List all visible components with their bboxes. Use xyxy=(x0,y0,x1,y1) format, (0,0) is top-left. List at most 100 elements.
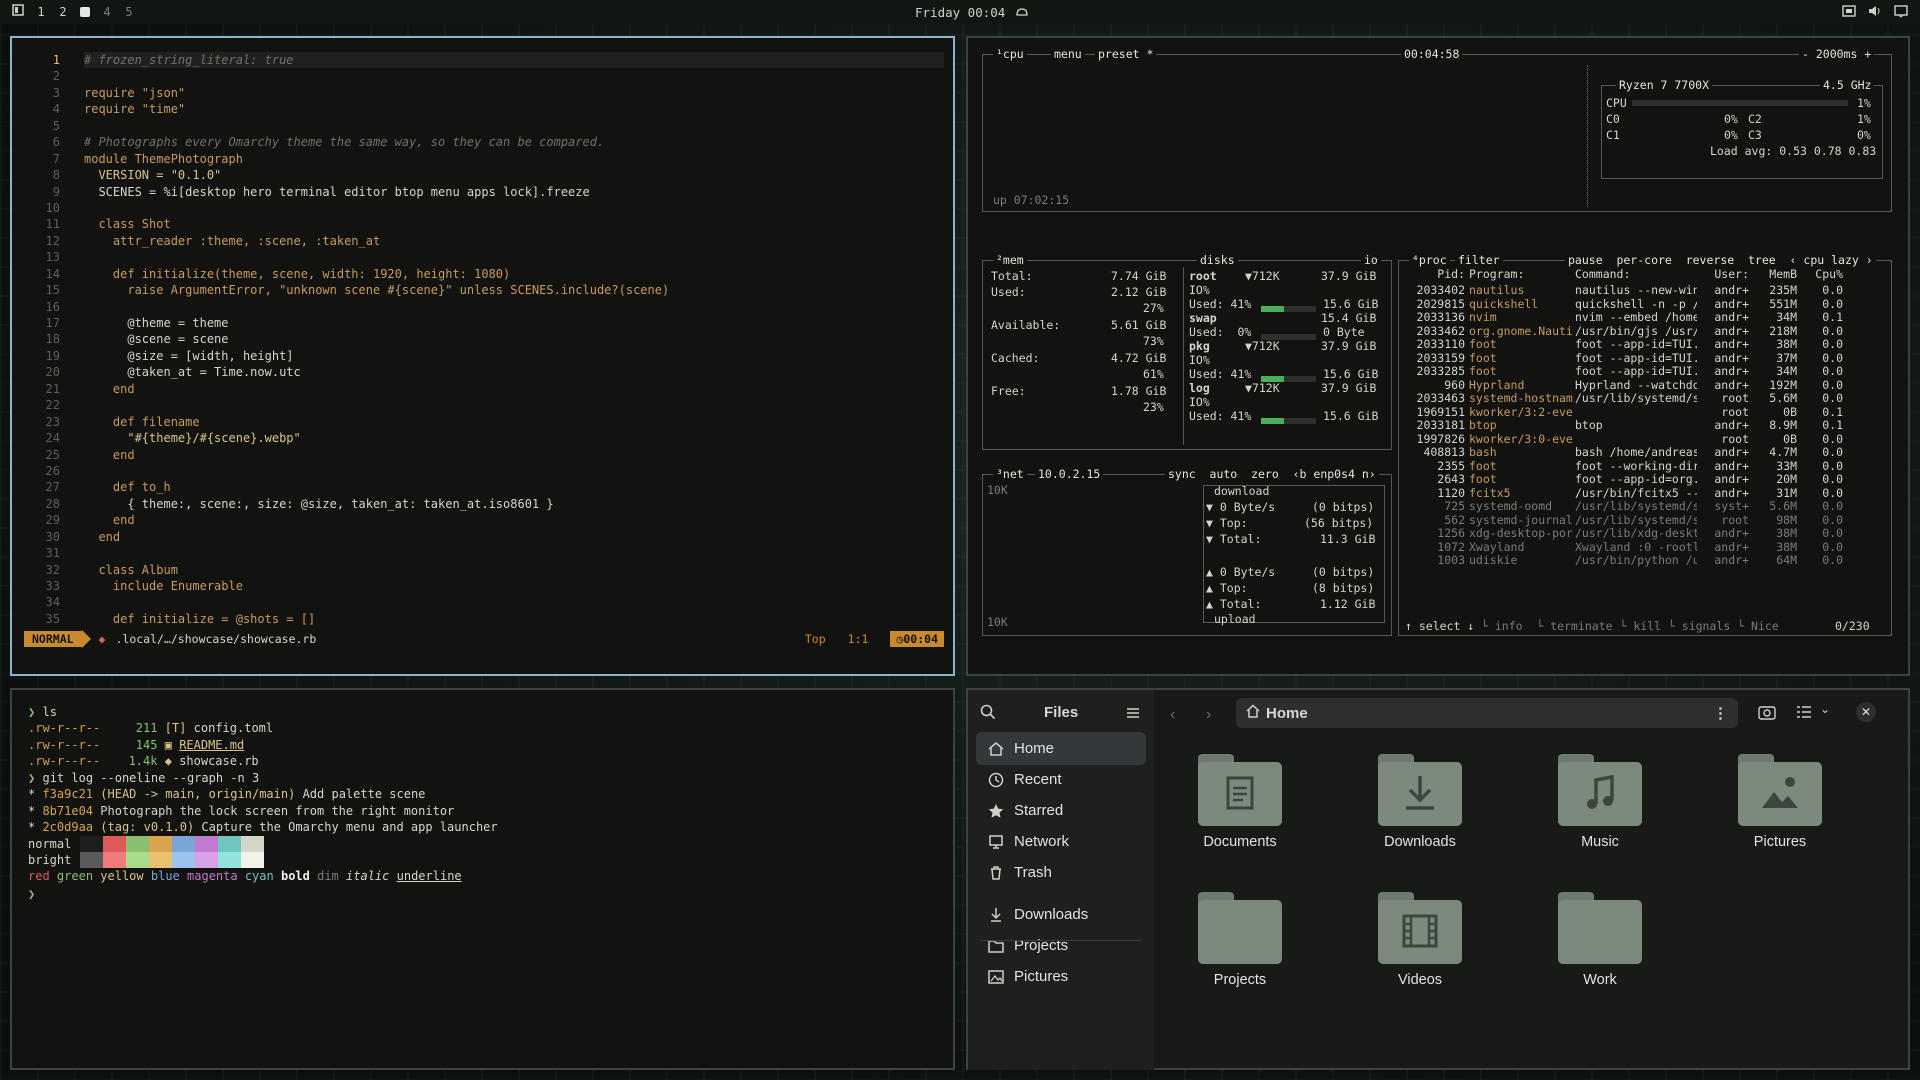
editor-line[interactable]: 7 module ThemePhotograph xyxy=(20,151,944,167)
volume-icon[interactable] xyxy=(1868,4,1882,18)
folder-work[interactable]: Work xyxy=(1530,892,1670,988)
idle-inhibit-icon[interactable] xyxy=(1015,5,1029,20)
cpu-preset[interactable]: preset * xyxy=(1095,47,1157,61)
proc-actions[interactable]: └ info └ terminate └ kill └ signals └ Ni… xyxy=(1481,619,1779,633)
editor-line[interactable]: 4 require "time" xyxy=(20,101,944,117)
cpu-title[interactable]: ¹cpu xyxy=(993,47,1027,61)
sidebar-item-starred[interactable]: Starred xyxy=(976,794,1146,827)
workspace-3-active[interactable] xyxy=(80,6,90,17)
editor-line[interactable]: 11 class Shot xyxy=(20,216,944,232)
sidebar-item-downloads[interactable]: Downloads xyxy=(976,898,1146,931)
editor-line[interactable]: 16 xyxy=(20,299,944,315)
editor-line[interactable]: 23 def filename xyxy=(20,414,944,430)
cpu-interval[interactable]: - 2000ms + xyxy=(1799,47,1875,61)
color-swatch xyxy=(149,836,172,852)
editor-line[interactable]: 13 xyxy=(20,249,944,265)
cpu-menu[interactable]: menu xyxy=(1051,47,1085,61)
workspace-5[interactable]: 5 xyxy=(124,5,134,19)
hamburger-menu-icon[interactable] xyxy=(1126,706,1140,724)
color-swatch xyxy=(241,852,264,868)
editor-line[interactable]: 5 xyxy=(20,118,944,134)
editor-line[interactable]: 33 include Enumerable xyxy=(20,578,944,594)
editor-line[interactable]: 18 @scene = scene xyxy=(20,331,944,347)
editor-line[interactable]: 31 xyxy=(20,545,944,561)
editor-line[interactable]: 3 require "json" xyxy=(20,85,944,101)
terminal-window[interactable]: ❯ ls .rw-r--r-- 211 [T] config.toml .rw-r… xyxy=(10,688,955,1070)
editor-line[interactable]: 30 end xyxy=(20,529,944,545)
editor-line[interactable]: 15 raise ArgumentError, "unknown scene #… xyxy=(20,282,944,298)
net-controls[interactable]: sync auto zero ‹b enp0s4 n› xyxy=(1165,467,1379,481)
net-title[interactable]: ³net xyxy=(993,467,1027,481)
workspace-1[interactable]: 1 xyxy=(36,5,46,19)
proc-mem: 4.7M xyxy=(1769,445,1797,459)
disks-io[interactable]: io xyxy=(1361,253,1381,267)
workspace-4[interactable]: 4 xyxy=(102,5,112,19)
forward-icon[interactable]: › xyxy=(1206,706,1211,724)
workspace-2[interactable]: 2 xyxy=(58,5,68,19)
view-list-icon[interactable] xyxy=(1796,705,1812,724)
editor-window[interactable]: 1 # frozen_string_literal: true 2 3 require … xyxy=(10,36,955,676)
sidebar-item-home[interactable]: Home xyxy=(976,732,1146,765)
line-number: 3 xyxy=(52,85,60,100)
editor-line[interactable]: 29 end xyxy=(20,512,944,528)
clock[interactable]: Friday 00:04 xyxy=(915,5,1005,20)
folder-documents[interactable]: Documents xyxy=(1170,754,1310,850)
folder-videos[interactable]: Videos xyxy=(1350,892,1490,988)
editor-line[interactable]: 28 { theme:, scene:, size: @size, taken_… xyxy=(20,496,944,512)
location-menu-icon[interactable]: ⋮ xyxy=(1713,704,1728,722)
proc-controls[interactable]: pause per-core reverse tree ‹ cpu lazy › xyxy=(1565,253,1876,267)
sidebar-item-recent[interactable]: Recent xyxy=(976,763,1146,796)
proc-filter[interactable]: filter xyxy=(1455,253,1503,267)
sidebar-item-network[interactable]: Network xyxy=(976,825,1146,858)
camera-icon[interactable] xyxy=(1758,704,1776,725)
editor-line[interactable]: 25 end xyxy=(20,447,944,463)
btop-window[interactable]: ¹cpu menu preset * 00:04:58 - 2000ms + u… xyxy=(966,36,1910,676)
proc-select[interactable]: ↑ select ↓ xyxy=(1405,619,1474,633)
editor-line[interactable]: 20 @taken_at = Time.now.utc xyxy=(20,364,944,380)
folder-downloads[interactable]: Downloads xyxy=(1350,754,1490,850)
editor-line[interactable]: 19 @size = [width, height] xyxy=(20,348,944,364)
files-window[interactable]: Files Home Recent Starred Network Trash Downl… xyxy=(966,688,1910,1070)
disk-io-rate: ▼712K xyxy=(1245,381,1280,395)
disks-title[interactable]: disks xyxy=(1197,253,1238,267)
folder-music[interactable]: Music xyxy=(1530,754,1670,850)
screen-icon[interactable] xyxy=(1842,4,1856,18)
mem-cached: 4.72 GiB xyxy=(1111,351,1167,365)
folder-projects[interactable]: Projects xyxy=(1170,892,1310,988)
editor-line[interactable]: 35 def initialize = @shots = [] xyxy=(20,611,944,627)
proc-title[interactable]: ⁴proc xyxy=(1409,253,1450,267)
editor-line[interactable]: 21 end xyxy=(20,381,944,397)
sidebar-item-pictures[interactable]: Pictures xyxy=(976,960,1146,993)
workspace-overview-icon[interactable] xyxy=(12,4,24,19)
editor-line[interactable]: 14 def initialize(theme, scene, width: 1… xyxy=(20,266,944,282)
location-bar[interactable]: Home ⋮ xyxy=(1236,698,1738,728)
editor-line[interactable]: 2 xyxy=(20,68,944,84)
editor-line[interactable]: 9 SCENES = %i[desktop hero terminal edit… xyxy=(20,184,944,200)
close-icon[interactable]: ✕ xyxy=(1856,702,1876,722)
folder-label: Work xyxy=(1583,972,1617,988)
editor-line[interactable]: 27 def to_h xyxy=(20,479,944,495)
mem-title[interactable]: ²mem xyxy=(993,253,1027,267)
editor-line[interactable]: 8 VERSION = "0.1.0" xyxy=(20,167,944,183)
back-icon[interactable]: ‹ xyxy=(1170,706,1175,724)
editor-line[interactable]: 34 xyxy=(20,594,944,610)
sidebar-item-projects[interactable]: Projects xyxy=(976,929,1146,962)
editor-line[interactable]: 1 # frozen_string_literal: true xyxy=(20,52,944,69)
editor-line[interactable]: 32 class Album xyxy=(20,562,944,578)
disk-io-label: IO% xyxy=(1189,353,1210,367)
editor-line[interactable]: 24 "#{theme}/#{scene}.webp" xyxy=(20,430,944,446)
view-options-chevron-icon[interactable]: ⌄ xyxy=(1820,702,1830,716)
editor-line[interactable]: 17 @theme = theme xyxy=(20,315,944,331)
notification-icon[interactable] xyxy=(1894,4,1908,18)
sidebar-item-trash[interactable]: Trash xyxy=(976,856,1146,889)
search-icon[interactable] xyxy=(980,704,996,725)
editor-line[interactable]: 12 attr_reader :theme, :scene, :taken_at xyxy=(20,233,944,249)
folder-pictures[interactable]: Pictures xyxy=(1710,754,1850,850)
editor-line[interactable]: 6 # Photographs every Omarchy theme the s… xyxy=(20,134,944,150)
prompt-line-3[interactable]: ❯ xyxy=(28,886,35,903)
code-text: require "time" xyxy=(84,102,186,117)
editor-buffer[interactable]: 1 # frozen_string_literal: true 2 3 require … xyxy=(20,52,944,627)
editor-line[interactable]: 26 xyxy=(20,463,944,479)
editor-line[interactable]: 22 xyxy=(20,397,944,413)
editor-line[interactable]: 10 xyxy=(20,200,944,216)
